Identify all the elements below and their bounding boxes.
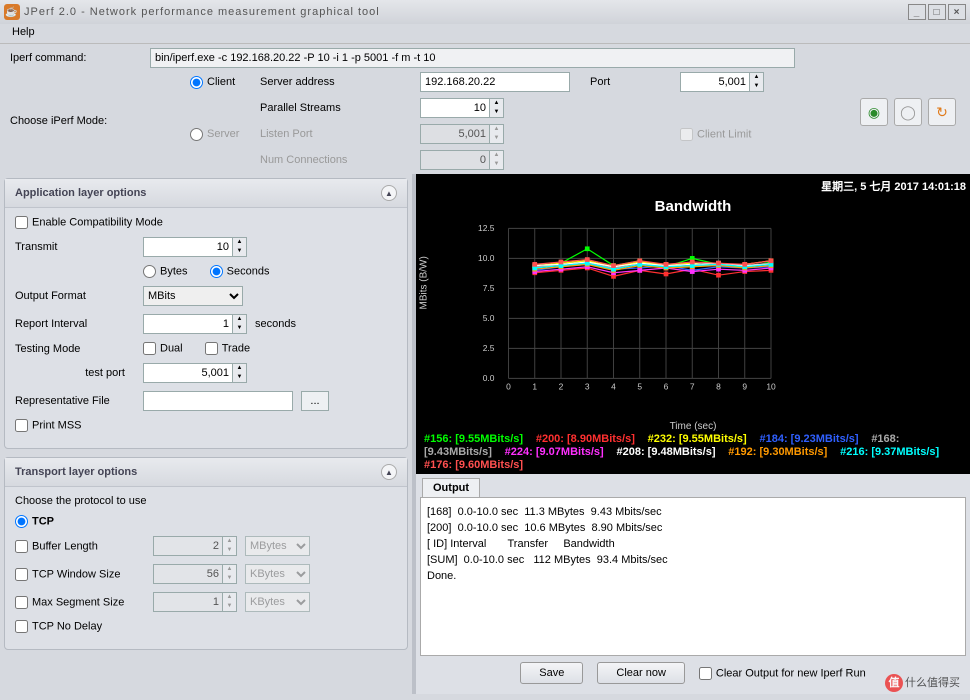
trade-checkbox[interactable]: Trade [205, 342, 250, 355]
choose-protocol-label: Choose the protocol to use [15, 495, 397, 507]
iperf-command-label: Iperf command: [10, 52, 140, 64]
java-icon: ☕ [4, 4, 20, 20]
server-address-input[interactable] [420, 72, 570, 92]
svg-text:0.0: 0.0 [483, 373, 495, 383]
svg-text:10.0: 10.0 [478, 253, 495, 263]
parallel-streams-spinner[interactable]: ▲▼ [420, 98, 580, 118]
stop-button[interactable]: ◯ [894, 98, 922, 126]
bytes-radio[interactable]: Bytes [143, 265, 188, 278]
port-label: Port [590, 76, 670, 88]
max-segment-spinner: ▲▼ [153, 592, 237, 612]
menu-bar: Help [0, 24, 970, 44]
chart-plot: 0.0 2.5 5.0 7.5 10.0 12.5 1 2 3 4 5 6 7 8 9 10 0 [471, 219, 780, 399]
save-button[interactable]: Save [520, 662, 583, 684]
compat-mode-checkbox[interactable]: Enable Compatibility Mode [15, 216, 163, 229]
tcp-window-checkbox[interactable]: TCP Window Size [15, 568, 145, 581]
port-spinner[interactable]: ▲▼ [680, 72, 800, 92]
svg-text:12.5: 12.5 [478, 223, 495, 233]
client-radio[interactable]: Client [190, 76, 235, 88]
client-limit-checkbox: Client Limit [680, 128, 800, 141]
chevron-up-icon: ▲ [381, 464, 397, 480]
test-port-spinner[interactable]: ▲▼ [143, 363, 247, 383]
tcp-window-unit: KBytes [245, 564, 310, 584]
rep-file-label: Representative File [15, 395, 135, 407]
report-interval-label: Report Interval [15, 318, 135, 330]
buffer-length-unit: MBytes [245, 536, 310, 556]
max-segment-unit: KBytes [245, 592, 310, 612]
transport-options-header[interactable]: Transport layer options▲ [5, 458, 407, 487]
print-mss-checkbox[interactable]: Print MSS [15, 419, 82, 432]
choose-mode-label: Choose iPerf Mode: [10, 115, 140, 127]
svg-text:5: 5 [637, 382, 642, 392]
chart-legend: #156: [9.55MBits/s] #200: [8.90MBits/s] … [424, 433, 962, 472]
seconds-radio[interactable]: Seconds [210, 265, 270, 278]
tcp-radio[interactable]: TCP [15, 515, 54, 528]
close-button[interactable]: × [948, 4, 966, 20]
iperf-command-input[interactable] [150, 48, 795, 68]
chevron-up-icon: ▲ [381, 185, 397, 201]
max-segment-checkbox[interactable]: Max Segment Size [15, 596, 145, 609]
listen-port-spinner: ▲▼ [420, 124, 580, 144]
rep-file-input[interactable] [143, 391, 293, 411]
parallel-streams-label: Parallel Streams [260, 102, 410, 114]
svg-text:2: 2 [559, 382, 564, 392]
output-textarea[interactable]: [168] 0.0-10.0 sec 11.3 MBytes 9.43 Mbit… [420, 497, 966, 656]
server-address-label: Server address [260, 76, 410, 88]
watermark: 值什么值得买 [885, 674, 960, 692]
report-interval-spinner[interactable]: ▲▼ [143, 314, 247, 334]
svg-text:6: 6 [664, 382, 669, 392]
svg-text:10: 10 [766, 382, 776, 392]
chart-ylabel: MBits (B/W) [419, 256, 430, 309]
num-connections-spinner: ▲▼ [420, 150, 580, 170]
transmit-label: Transmit [15, 241, 135, 253]
title-bar: ☕ JPerf 2.0 - Network performance measur… [0, 0, 970, 24]
svg-text:3: 3 [585, 382, 590, 392]
svg-text:5.0: 5.0 [483, 313, 495, 323]
svg-text:8: 8 [716, 382, 721, 392]
svg-text:1: 1 [532, 382, 537, 392]
tcp-window-spinner: ▲▼ [153, 564, 237, 584]
tcp-no-delay-checkbox[interactable]: TCP No Delay [15, 620, 102, 633]
testing-mode-label: Testing Mode [15, 343, 135, 355]
run-button[interactable]: ◉ [860, 98, 888, 126]
minimize-button[interactable]: _ [908, 4, 926, 20]
dual-checkbox[interactable]: Dual [143, 342, 183, 355]
restart-button[interactable]: ↻ [928, 98, 956, 126]
server-radio[interactable]: Server [190, 128, 239, 140]
svg-text:2.5: 2.5 [483, 343, 495, 353]
svg-text:7.5: 7.5 [483, 283, 495, 293]
transmit-spinner[interactable]: ▲▼ [143, 237, 247, 257]
svg-text:4: 4 [611, 382, 616, 392]
buffer-length-checkbox[interactable]: Buffer Length [15, 540, 145, 553]
svg-text:0: 0 [506, 382, 511, 392]
options-pane: Application layer options▲ Enable Compat… [0, 174, 412, 694]
chart-title: Bandwidth [420, 198, 966, 215]
window-title: JPerf 2.0 - Network performance measurem… [24, 6, 380, 18]
clear-now-button[interactable]: Clear now [597, 662, 685, 684]
num-connections-label: Num Connections [260, 154, 410, 166]
output-tab[interactable]: Output [422, 478, 480, 497]
chart-xlabel: Time (sec) [670, 421, 717, 432]
bandwidth-chart: 星期三, 5 七月 2017 14:01:18 Bandwidth MBits … [416, 174, 970, 474]
output-format-label: Output Format [15, 290, 135, 302]
svg-text:9: 9 [742, 382, 747, 392]
listen-port-label: Listen Port [260, 128, 410, 140]
buffer-length-spinner: ▲▼ [153, 536, 237, 556]
clear-output-checkbox[interactable]: Clear Output for new Iperf Run [699, 667, 866, 680]
chart-timestamp: 星期三, 5 七月 2017 14:01:18 [420, 178, 966, 194]
output-format-select[interactable]: MBits [143, 286, 243, 306]
svg-text:7: 7 [690, 382, 695, 392]
browse-file-button[interactable]: ... [301, 391, 329, 411]
app-options-header[interactable]: Application layer options▲ [5, 179, 407, 208]
help-menu[interactable]: Help [6, 24, 41, 40]
test-port-label: test port [15, 367, 135, 379]
maximize-button[interactable]: □ [928, 4, 946, 20]
